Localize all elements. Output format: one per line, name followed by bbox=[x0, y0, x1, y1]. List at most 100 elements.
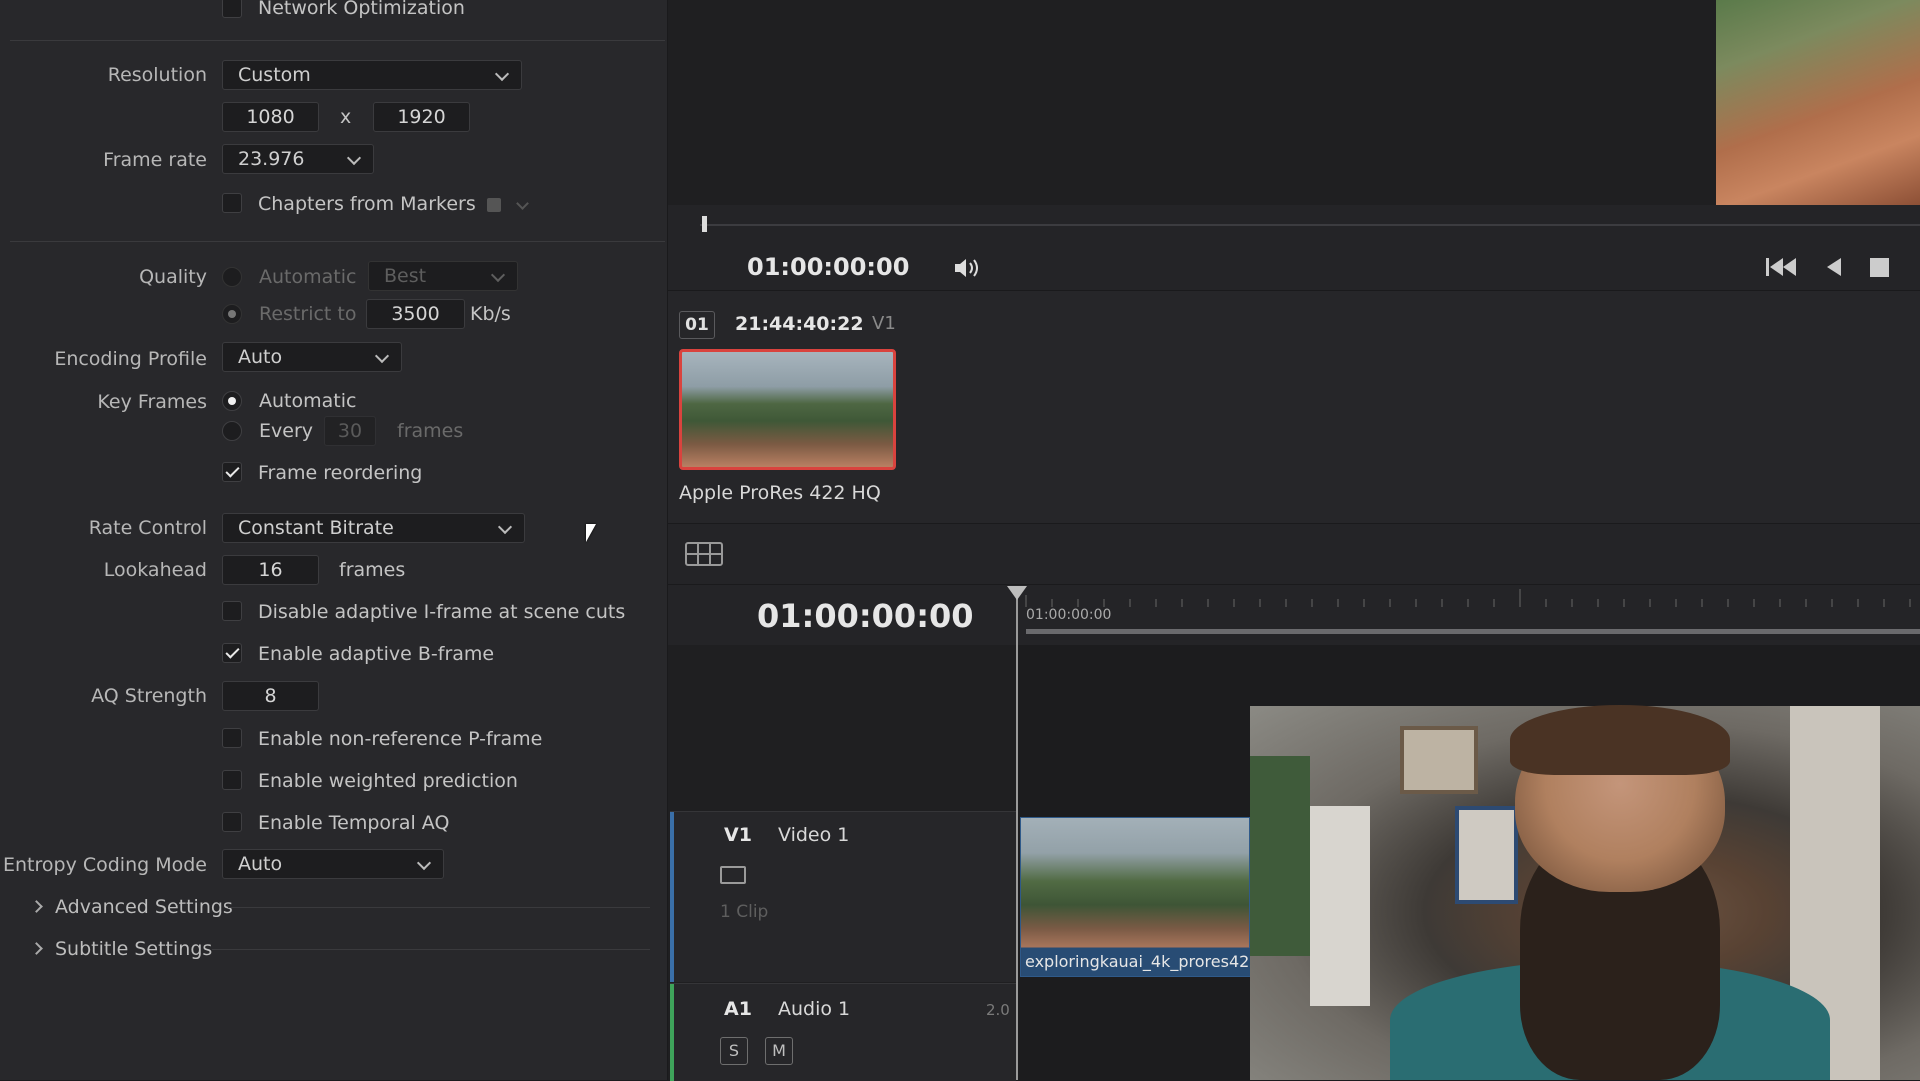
resolution-dropdown[interactable]: Custom bbox=[222, 60, 522, 90]
scrubber-playhead[interactable] bbox=[702, 216, 707, 232]
enable-temporal-aq-checkbox[interactable] bbox=[222, 812, 242, 832]
entropy-coding-mode-label: Entropy Coding Mode bbox=[3, 854, 207, 876]
chevron-down-icon bbox=[497, 519, 513, 535]
chevron-down-icon bbox=[374, 348, 390, 364]
frame-image bbox=[1455, 806, 1518, 904]
divider bbox=[228, 907, 650, 908]
viewer-timecode: 01:00:00:00 bbox=[747, 253, 910, 281]
encoding-profile-value: Auto bbox=[238, 346, 283, 368]
disable-adaptive-iframe-checkbox[interactable] bbox=[222, 601, 242, 621]
timeline-clip-name: exploringkauai_4k_prores422 bbox=[1025, 952, 1249, 971]
video-track-name: Video 1 bbox=[778, 824, 850, 846]
advanced-settings-toggle[interactable]: Advanced Settings bbox=[30, 896, 233, 918]
key-frames-every-unit: frames bbox=[397, 420, 464, 442]
film-clip-icon[interactable] bbox=[720, 866, 746, 884]
enable-temporal-aq-label: Enable Temporal AQ bbox=[258, 812, 450, 834]
quality-restrict-label: Restrict to bbox=[259, 303, 357, 325]
divider bbox=[10, 241, 665, 242]
chevron-right-icon bbox=[30, 900, 43, 913]
frame-rate-value: 23.976 bbox=[238, 148, 305, 170]
resolution-value: Custom bbox=[238, 64, 311, 86]
key-frames-every-input[interactable]: 30 bbox=[324, 416, 376, 446]
monitor-image bbox=[1250, 756, 1310, 956]
background-image bbox=[1310, 806, 1370, 1006]
resolution-separator: x bbox=[340, 106, 352, 128]
render-settings-panel: Network Optimization Resolution Custom 1… bbox=[0, 0, 668, 1080]
solo-button[interactable]: S bbox=[720, 1037, 748, 1065]
disable-adaptive-iframe-label: Disable adaptive I-frame at scene cuts bbox=[258, 601, 626, 623]
quality-restrict-radio[interactable] bbox=[222, 304, 242, 324]
frame-rate-dropdown[interactable]: 23.976 bbox=[222, 144, 374, 174]
network-optimization-checkbox[interactable] bbox=[222, 0, 242, 18]
rate-control-dropdown[interactable]: Constant Bitrate bbox=[222, 513, 525, 543]
quality-preset-dropdown[interactable]: Best bbox=[368, 261, 518, 291]
chapters-from-markers-checkbox[interactable] bbox=[222, 193, 242, 213]
audio-track-header[interactable]: A1 Audio 1 2.0 S M bbox=[670, 983, 1016, 1081]
ruler-ticks bbox=[1025, 589, 1920, 634]
network-optimization-label: Network Optimization bbox=[258, 0, 465, 19]
clip-thumbnail[interactable] bbox=[679, 349, 896, 470]
frame-reordering-checkbox[interactable] bbox=[222, 462, 242, 482]
timeline-playhead[interactable] bbox=[1016, 590, 1018, 1080]
enable-nonref-pframe-checkbox[interactable] bbox=[222, 728, 242, 748]
encoding-profile-dropdown[interactable]: Auto bbox=[222, 342, 402, 372]
divider bbox=[10, 40, 665, 41]
timeline-view-options-icon[interactable] bbox=[685, 542, 723, 570]
timeline-timecode: 01:00:00:00 bbox=[757, 597, 974, 635]
resolution-width-input[interactable]: 1080 bbox=[222, 102, 319, 132]
ruler-start-timecode: 01:00:00:00 bbox=[1026, 607, 1112, 623]
key-frames-label: Key Frames bbox=[97, 391, 207, 413]
quality-automatic-label: Automatic bbox=[259, 266, 357, 288]
lookahead-label: Lookahead bbox=[103, 559, 207, 581]
subtitle-settings-label: Subtitle Settings bbox=[55, 938, 213, 960]
chapters-from-markers-label: Chapters from Markers bbox=[258, 193, 476, 215]
audio-track-name: Audio 1 bbox=[778, 998, 851, 1020]
chevron-down-icon bbox=[346, 150, 362, 166]
frame-image bbox=[1400, 726, 1478, 794]
frame-reordering-label: Frame reordering bbox=[258, 462, 423, 484]
video-track-accent bbox=[670, 812, 674, 982]
key-frames-every-radio[interactable] bbox=[222, 421, 242, 441]
mouse-cursor-icon bbox=[586, 524, 596, 542]
volume-icon[interactable] bbox=[953, 256, 981, 284]
key-frames-every-label: Every bbox=[259, 420, 313, 442]
enable-nonref-pframe-label: Enable non-reference P-frame bbox=[258, 728, 543, 750]
mute-button[interactable]: M bbox=[765, 1037, 793, 1065]
resolution-height-input[interactable]: 1920 bbox=[373, 102, 470, 132]
rate-control-label: Rate Control bbox=[88, 517, 207, 539]
enable-weighted-prediction-label: Enable weighted prediction bbox=[258, 770, 518, 792]
subtitle-settings-toggle[interactable]: Subtitle Settings bbox=[30, 938, 213, 960]
enable-weighted-prediction-checkbox[interactable] bbox=[222, 770, 242, 790]
bitrate-unit: Kb/s bbox=[470, 303, 511, 325]
skip-to-start-icon[interactable] bbox=[1765, 256, 1799, 282]
resolution-label: Resolution bbox=[107, 64, 207, 86]
video-track-header[interactable]: V1 Video 1 1 Clip bbox=[670, 811, 1016, 982]
lookahead-input[interactable]: 16 bbox=[222, 555, 319, 585]
viewer-preview-image bbox=[1716, 0, 1920, 205]
timeline-ruler[interactable]: 01:00:00:00 bbox=[1016, 585, 1920, 645]
bitrate-input[interactable]: 3500 bbox=[366, 299, 465, 329]
aq-strength-label: AQ Strength bbox=[91, 685, 207, 707]
play-reverse-icon[interactable] bbox=[1825, 257, 1843, 281]
key-frames-automatic-radio[interactable] bbox=[222, 391, 242, 411]
audio-track-channels: 2.0 bbox=[986, 1001, 1010, 1019]
clip-track-label: V1 bbox=[872, 313, 896, 334]
audio-track-id: A1 bbox=[724, 998, 752, 1020]
key-frames-automatic-label: Automatic bbox=[259, 390, 357, 412]
chevron-down-icon[interactable] bbox=[516, 197, 529, 210]
person-image bbox=[1510, 705, 1730, 775]
chevron-down-icon bbox=[490, 267, 506, 283]
quality-automatic-radio[interactable] bbox=[222, 267, 242, 287]
audio-track-accent bbox=[670, 984, 674, 1081]
chevron-right-icon bbox=[30, 942, 43, 955]
clip-index-badge: 01 bbox=[679, 311, 715, 339]
stop-icon[interactable] bbox=[1870, 258, 1889, 277]
marker-color-icon[interactable] bbox=[487, 198, 501, 212]
entropy-coding-mode-dropdown[interactable]: Auto bbox=[222, 849, 444, 879]
playhead-handle-icon[interactable] bbox=[1007, 586, 1027, 600]
enable-adaptive-bframe-checkbox[interactable] bbox=[222, 643, 242, 663]
scrubber-track[interactable] bbox=[700, 224, 1920, 226]
chevron-down-icon bbox=[494, 66, 510, 82]
timeline-toolbar bbox=[668, 524, 1920, 585]
aq-strength-input[interactable]: 8 bbox=[222, 681, 319, 711]
